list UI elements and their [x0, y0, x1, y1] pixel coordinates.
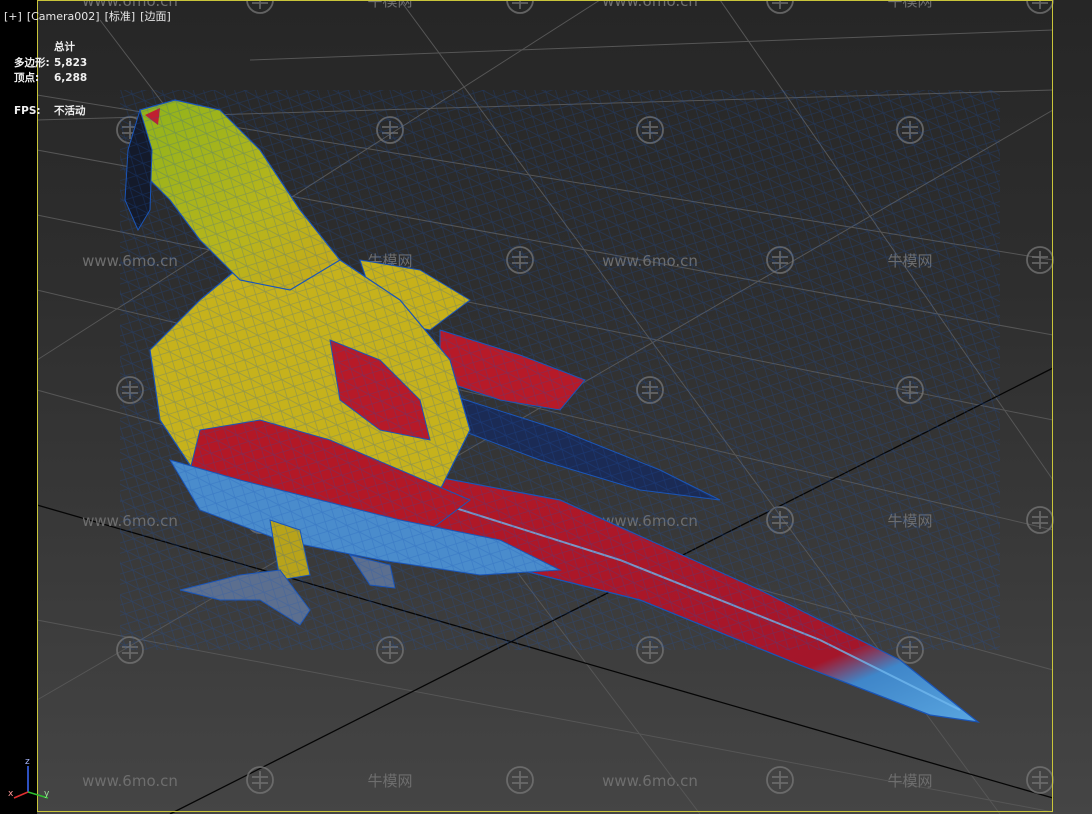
viewport[interactable]: www.6mo.cn www.6mo.cn 牛模网 牛模网 www.6mo.cn www.…: [0, 0, 1092, 814]
axis-gizmo: z y x: [8, 757, 50, 799]
axis-gizmo-z-label: z: [25, 757, 30, 767]
axis-gizmo-x-label: x: [8, 789, 14, 799]
viewport-shading-label[interactable]: [标准]: [105, 10, 136, 23]
axis-gizmo-y-label: y: [44, 789, 50, 799]
axis-gizmo-x-line: [13, 791, 29, 799]
parrot-model[interactable]: [0, 0, 1092, 814]
viewport-edges-label[interactable]: [边面]: [140, 10, 171, 23]
